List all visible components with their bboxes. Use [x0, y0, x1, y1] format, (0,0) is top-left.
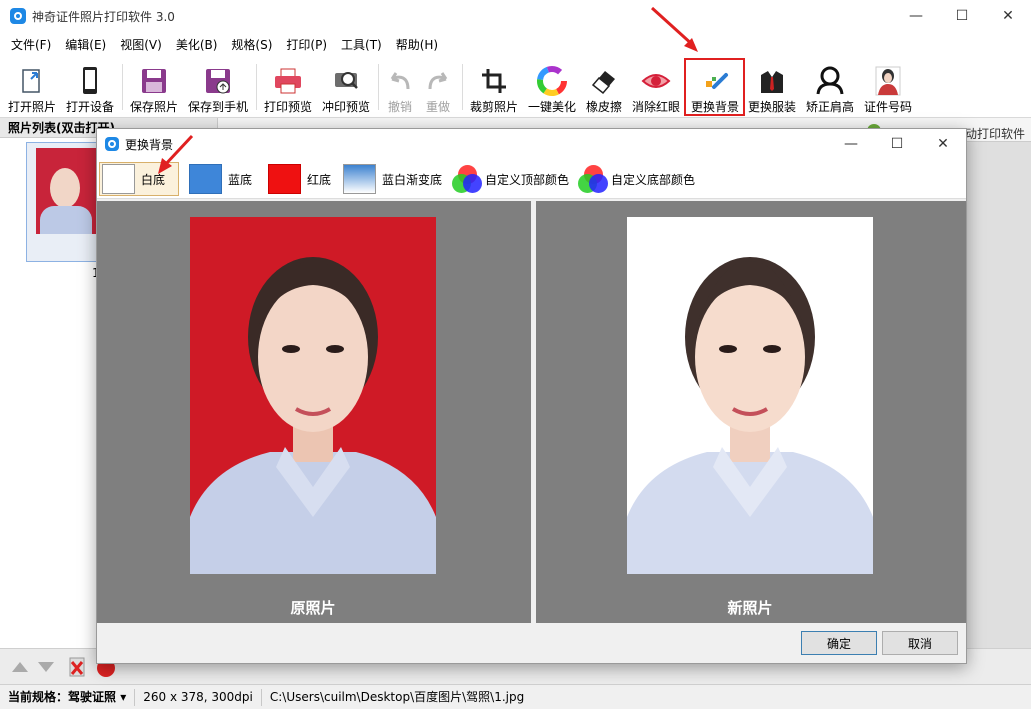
id-photo-icon: [873, 66, 903, 96]
red-swatch: [268, 164, 301, 194]
white-swatch: [102, 164, 135, 194]
thumbnail-image[interactable]: [36, 148, 96, 234]
red-eye-icon: [641, 66, 671, 96]
dialog-maximize-button[interactable]: ☐: [874, 129, 920, 159]
printer-icon: [273, 66, 303, 96]
dialog-title-bar: 更换背景 — ☐ ✕: [97, 129, 966, 159]
phone-icon: [75, 66, 105, 96]
menu-view[interactable]: 视图(V): [113, 36, 169, 53]
dialog-app-icon: [105, 137, 119, 151]
main-toolbar: 打开照片 打开设备 保存照片 保存到手机 打印预览 冲印预览 撤销 重做 裁剪照…: [0, 56, 1031, 118]
open-photo-button[interactable]: 打开照片: [6, 60, 58, 114]
remove-red-eye-button[interactable]: 消除红眼: [630, 60, 682, 114]
floppy-disk-icon: [139, 66, 169, 96]
dialog-footer: 确定 取消: [97, 623, 966, 663]
menu-print[interactable]: 打印(P): [279, 36, 334, 53]
menu-beautify[interactable]: 美化(B): [169, 36, 225, 53]
save-phone-icon: [203, 66, 233, 96]
eraser-icon: [589, 66, 619, 96]
ok-button[interactable]: 确定: [801, 631, 877, 655]
fix-shoulders-button[interactable]: 矫正肩高: [804, 60, 856, 114]
status-bar: 当前规格：驾驶证照 ▾ 260 x 378, 300dpi C:\Users\c…: [0, 684, 1031, 709]
menu-bar: 文件(F) 编辑(E) 视图(V) 美化(B) 规格(S) 打印(P) 工具(T…: [0, 32, 1031, 56]
menu-spec[interactable]: 规格(S): [224, 36, 279, 53]
undo-icon: [385, 66, 415, 96]
suit-icon: [757, 66, 787, 96]
print-preview-button[interactable]: 打印预览: [262, 60, 314, 114]
original-photo-caption: 原照片: [290, 599, 336, 617]
annotation-arrow-toolbar: [650, 6, 698, 52]
preview-divider: [531, 201, 536, 623]
redo-button[interactable]: 重做: [420, 60, 456, 114]
change-clothes-button[interactable]: 更换服装: [746, 60, 798, 114]
magnifier-printer-icon: [331, 66, 361, 96]
undo-button[interactable]: 撤销: [382, 60, 418, 114]
menu-edit[interactable]: 编辑(E): [58, 36, 113, 53]
open-photo-icon: [17, 66, 47, 96]
crop-button[interactable]: 裁剪照片: [468, 60, 520, 114]
one-click-beautify-button[interactable]: 一键美化: [526, 60, 578, 114]
option-gradient-bg[interactable]: 蓝白渐变底: [343, 162, 442, 196]
option-red-bg[interactable]: 红底: [268, 162, 331, 196]
menu-tools[interactable]: 工具(T): [334, 36, 389, 53]
option-custom-bottom-color[interactable]: 自定义底部颜色: [577, 162, 695, 196]
open-device-button[interactable]: 打开设备: [64, 60, 116, 114]
workspace-tab-label: 动打印软件: [964, 127, 1025, 141]
minimize-button[interactable]: —: [893, 0, 939, 32]
change-background-dialog: 更换背景 — ☐ ✕ 白底 蓝底 红底 蓝白渐变底 自定义顶部颜色 自定义底部颜…: [96, 128, 967, 664]
redo-icon: [423, 66, 453, 96]
app-window: 神奇证件照片打印软件 3.0 — ☐ ✕ 文件(F) 编辑(E) 视图(V) 美…: [0, 0, 1031, 709]
rgb-circles-icon: [577, 163, 609, 195]
new-photo-caption: 新照片: [727, 599, 773, 617]
person-silhouette-icon: [815, 66, 845, 96]
annotation-arrow-white-option: [158, 134, 194, 174]
spec-selector[interactable]: 当前规格：驾驶证照 ▾: [0, 688, 136, 706]
image-size-info: 260 x 378, 300dpi: [135, 688, 262, 706]
crop-icon: [479, 66, 509, 96]
original-photo: [190, 217, 436, 574]
color-wheel-icon: [537, 66, 567, 96]
dialog-close-button[interactable]: ✕: [920, 129, 966, 159]
menu-help[interactable]: 帮助(H): [389, 36, 445, 53]
new-photo: [627, 217, 873, 574]
gradient-swatch: [343, 164, 376, 194]
save-photo-button[interactable]: 保存照片: [128, 60, 180, 114]
close-button[interactable]: ✕: [985, 0, 1031, 32]
file-path-info: C:\Users\cuilm\Desktop\百度图片\驾照\1.jpg: [269, 689, 525, 704]
preview-area: 原照片 新照片: [97, 201, 966, 623]
save-to-phone-button[interactable]: 保存到手机: [186, 60, 250, 114]
background-options-bar: 白底 蓝底 红底 蓝白渐变底 自定义顶部颜色 自定义底部颜色: [97, 159, 966, 199]
change-background-highlight-box: [684, 58, 745, 116]
cancel-button[interactable]: 取消: [882, 631, 958, 655]
window-title: 神奇证件照片打印软件 3.0: [32, 9, 175, 24]
id-number-button[interactable]: 证件号码: [862, 60, 914, 114]
dialog-minimize-button[interactable]: —: [828, 129, 874, 159]
rgb-circles-icon: [451, 163, 483, 195]
title-bar: 神奇证件照片打印软件 3.0 — ☐ ✕: [0, 0, 1031, 32]
app-logo-icon: [10, 8, 26, 24]
eraser-button[interactable]: 橡皮擦: [584, 60, 624, 114]
develop-preview-button[interactable]: 冲印预览: [320, 60, 372, 114]
menu-file[interactable]: 文件(F): [4, 36, 58, 53]
maximize-button[interactable]: ☐: [939, 0, 985, 32]
option-custom-top-color[interactable]: 自定义顶部颜色: [451, 162, 569, 196]
